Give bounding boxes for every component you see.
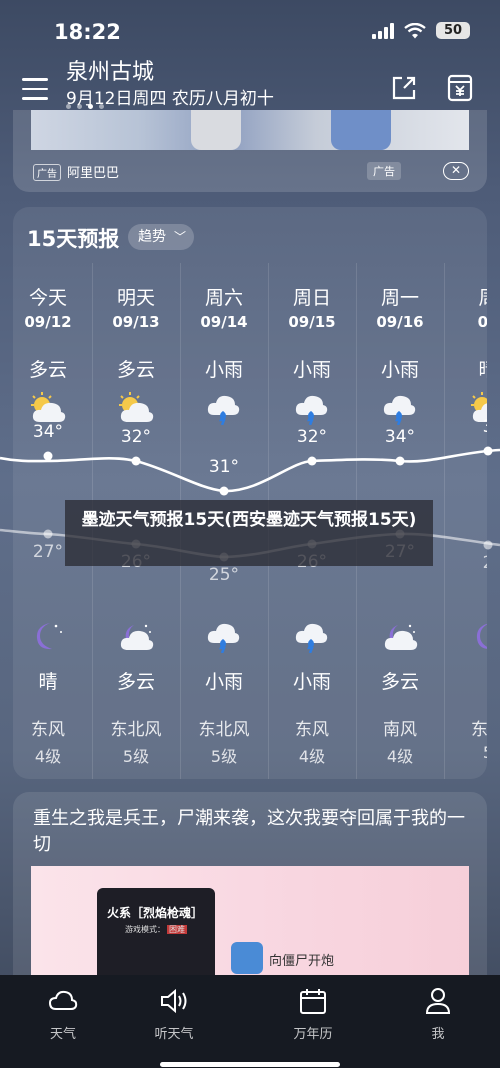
night-weather: 多云 <box>116 671 155 693</box>
game-avatar <box>231 942 263 974</box>
cloud-icon <box>48 990 78 1010</box>
overlay-title: 墨迹天气预报15天(西安墨迹天气预报15天) <box>65 500 433 566</box>
partly-cloudy-day-icon <box>31 392 66 422</box>
ad-close-button[interactable]: ✕ <box>443 162 469 180</box>
day-date: 09/16 <box>376 313 424 331</box>
news-image[interactable]: 火系［烈焰枪魂］ 游戏模式： 困难 向僵尸开炮 <box>31 866 469 992</box>
tab-bar: 天气 听天气 万年历 我 <box>0 975 500 1068</box>
day-name: 明天 <box>116 287 155 309</box>
clear-night-icon <box>476 623 487 649</box>
forecast-day-column[interactable]: 周 09 晴 3 2 东北 5 <box>444 263 487 779</box>
forecast-title: 15天预报 <box>27 227 120 251</box>
tab-weather-label: 天气 <box>49 1027 76 1042</box>
person-icon <box>425 988 451 1014</box>
column-divider <box>444 263 445 779</box>
day-date: 09/12 <box>24 313 72 331</box>
tab-listen[interactable]: 听天气 <box>134 987 214 1042</box>
signal-icon <box>372 22 394 39</box>
day-date: 09/13 <box>112 313 160 331</box>
wind-direction: 南风 <box>383 720 417 740</box>
high-temp: 34° <box>384 427 416 447</box>
wind-level: 4级 <box>386 747 414 766</box>
partly-cloudy-day-icon <box>119 392 154 422</box>
game-name: 向僵尸开炮 <box>269 954 335 969</box>
high-temp: 34° <box>32 422 64 442</box>
wind-direction: 东风 <box>295 720 329 740</box>
home-indicator <box>160 1062 340 1067</box>
high-temp: 3 <box>444 417 487 437</box>
high-temp: 32° <box>296 427 328 447</box>
high-temp: 31° <box>208 457 240 477</box>
tab-calendar-label: 万年历 <box>293 1027 333 1042</box>
day-weather: 小雨 <box>292 359 331 381</box>
news-headline[interactable]: 重生之我是兵王，尸潮来袭，这次我要夺回属于我的一切 <box>33 806 473 858</box>
status-time: 18:22 <box>54 20 121 44</box>
calendar-icon <box>300 989 326 1014</box>
partly-cloudy-night-icon <box>120 624 154 650</box>
wind-level: 5 <box>444 743 487 762</box>
light-rain-icon <box>295 395 328 425</box>
day-name: 周 <box>444 283 487 310</box>
wind-level: 5级 <box>122 747 150 766</box>
night-weather: 小雨 <box>204 671 243 693</box>
day-weather: 小雨 <box>380 359 419 381</box>
battery-indicator: 50 <box>436 22 470 39</box>
news-card[interactable]: 重生之我是兵王，尸潮来袭，这次我要夺回属于我的一切 火系［烈焰枪魂］ 游戏模式：… <box>13 792 487 992</box>
wallet-icon[interactable] <box>447 74 473 102</box>
wind-level: 5级 <box>210 747 238 766</box>
night-weather: 晴 <box>38 671 58 693</box>
wind-direction: 东风 <box>31 720 65 740</box>
page-dots <box>66 104 104 109</box>
light-rain-icon <box>295 623 328 653</box>
day-name: 周一 <box>380 287 419 309</box>
game-title: 火系［烈焰枪魂］ <box>107 906 204 920</box>
tab-listen-label: 听天气 <box>154 1027 194 1042</box>
status-icons: 50 <box>372 22 470 39</box>
city-name[interactable]: 泉州古城 <box>66 54 154 86</box>
day-name: 周日 <box>292 287 331 309</box>
day-date: 09/14 <box>200 313 248 331</box>
wind-direction: 东北 <box>471 720 487 740</box>
partly-cloudy-night-icon <box>384 624 418 650</box>
ad-mark: 广告 <box>367 162 401 180</box>
night-weather: 多云 <box>380 671 419 693</box>
night-weather: 小雨 <box>292 671 331 693</box>
share-icon[interactable] <box>390 74 418 102</box>
chevron-down-icon: ﹀ <box>173 230 186 244</box>
game-mode: 游戏模式： 困难 <box>125 925 187 934</box>
day-name: 周六 <box>204 287 243 309</box>
day-name: 今天 <box>28 287 67 309</box>
low-temp: 2 <box>444 553 487 573</box>
ad-card[interactable]: 广告 阿里巴巴 广告 ✕ <box>13 110 487 192</box>
low-temp: 25° <box>208 565 240 585</box>
light-rain-icon <box>383 395 416 425</box>
day-date: 09/15 <box>288 313 336 331</box>
day-date: 09 <box>477 313 487 331</box>
ad-tag: 广告 <box>33 164 61 181</box>
day-weather: 多云 <box>116 359 155 381</box>
wind-level: 4级 <box>298 747 326 766</box>
wind-direction: 东北风 <box>198 720 250 740</box>
trend-button[interactable]: 趋势 ﹀ <box>128 224 194 250</box>
ad-source: 阿里巴巴 <box>67 166 120 181</box>
wind-direction: 东北风 <box>110 720 162 740</box>
light-rain-icon <box>207 395 240 425</box>
clear-night-icon <box>36 623 62 650</box>
speaker-icon <box>161 988 187 1014</box>
wind-level: 4级 <box>34 747 62 766</box>
tab-me-label: 我 <box>431 1027 445 1042</box>
tab-me[interactable]: 我 <box>398 987 478 1042</box>
day-weather: 晴 <box>444 355 487 382</box>
wifi-icon <box>404 22 426 38</box>
day-weather: 小雨 <box>204 359 243 381</box>
tab-calendar[interactable]: 万年历 <box>273 987 353 1042</box>
high-temp: 32° <box>120 427 152 447</box>
trend-label: 趋势 <box>138 229 166 245</box>
tab-weather[interactable]: 天气 <box>23 987 103 1042</box>
day-weather: 多云 <box>28 359 67 381</box>
light-rain-icon <box>207 623 240 653</box>
forecast-card: 15天预报 趋势 ﹀ 今天 09/12 多云 34° 27° 晴 东风 4级 明… <box>13 207 487 779</box>
menu-icon[interactable] <box>22 78 48 100</box>
ad-image[interactable] <box>31 110 469 150</box>
